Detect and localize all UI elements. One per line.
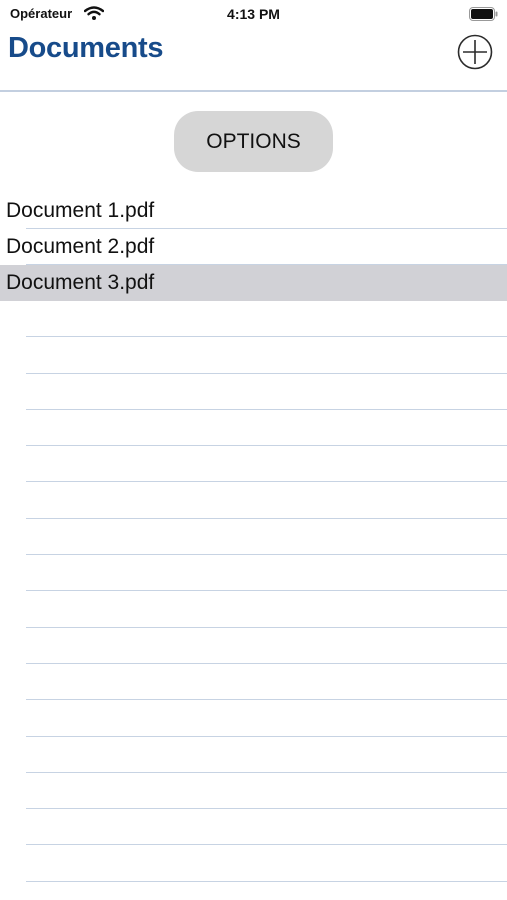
document-name: Document 3.pdf xyxy=(6,271,155,294)
battery-icon xyxy=(469,7,499,21)
document-row[interactable]: Document 3.pdf xyxy=(0,265,507,301)
status-bar: Opérateur 4:13 PM xyxy=(0,0,507,28)
empty-row xyxy=(0,773,507,810)
page-title: Documents xyxy=(8,32,164,64)
document-name: Document 2.pdf xyxy=(6,235,155,258)
empty-row xyxy=(0,809,507,846)
empty-row xyxy=(0,519,507,556)
document-list: Document 1.pdf Document 2.pdf Document 3… xyxy=(0,193,507,301)
empty-row xyxy=(0,301,507,338)
document-row[interactable]: Document 1.pdf xyxy=(0,193,507,229)
empty-table-area xyxy=(0,301,507,900)
plus-circle-icon xyxy=(457,34,493,70)
empty-row xyxy=(0,737,507,773)
nav-divider xyxy=(0,90,507,92)
document-row[interactable]: Document 2.pdf xyxy=(0,229,507,265)
empty-row xyxy=(0,628,507,664)
empty-row xyxy=(0,337,507,374)
row-separator xyxy=(26,880,507,882)
document-name: Document 1.pdf xyxy=(6,199,155,222)
empty-row xyxy=(0,664,507,701)
empty-row xyxy=(0,410,507,447)
clock: 4:13 PM xyxy=(227,6,280,22)
empty-row xyxy=(0,482,507,519)
empty-row xyxy=(0,374,507,410)
empty-row xyxy=(0,591,507,628)
add-document-button[interactable] xyxy=(457,34,493,70)
empty-row xyxy=(0,446,507,483)
options-button[interactable]: OPTIONS xyxy=(174,111,333,172)
empty-row xyxy=(0,555,507,592)
empty-row xyxy=(0,700,507,737)
empty-row xyxy=(0,845,507,882)
